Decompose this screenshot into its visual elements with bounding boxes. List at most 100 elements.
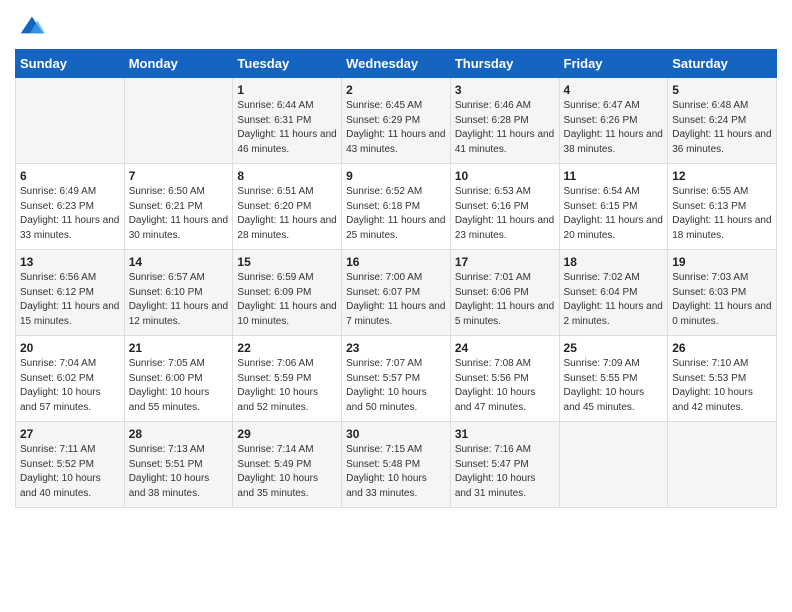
day-number: 13 bbox=[20, 255, 120, 269]
day-cell bbox=[559, 422, 668, 508]
day-cell: 19 Sunrise: 7:03 AMSunset: 6:03 PMDayligh… bbox=[668, 250, 777, 336]
day-info: Sunrise: 7:15 AMSunset: 5:48 PMDaylight:… bbox=[346, 444, 427, 499]
day-cell: 3Sunrise: 6:46 AMSunset: 6:28 PMDaylight… bbox=[450, 78, 559, 164]
day-info: Sunrise: 6:54 AMSunset: 6:15 PMDaylight:… bbox=[564, 186, 663, 241]
day-number: 2 bbox=[346, 83, 446, 97]
day-info: Sunrise: 6:50 AMSunset: 6:21 PMDaylight:… bbox=[129, 186, 228, 241]
week-row-5: 27 Sunrise: 7:11 AMSunset: 5:52 PMDayligh… bbox=[16, 422, 777, 508]
col-header-sunday: Sunday bbox=[16, 50, 125, 78]
day-cell: 16 Sunrise: 7:00 AMSunset: 6:07 PMDayligh… bbox=[342, 250, 451, 336]
day-number: 28 bbox=[129, 427, 229, 441]
day-info: Sunrise: 7:00 AMSunset: 6:07 PMDaylight:… bbox=[346, 272, 445, 327]
day-cell: 27 Sunrise: 7:11 AMSunset: 5:52 PMDayligh… bbox=[16, 422, 125, 508]
day-number: 14 bbox=[129, 255, 229, 269]
header bbox=[15, 10, 777, 39]
day-info: Sunrise: 6:46 AMSunset: 6:28 PMDaylight:… bbox=[455, 100, 554, 155]
day-cell: 12 Sunrise: 6:55 AMSunset: 6:13 PMDayligh… bbox=[668, 164, 777, 250]
day-info: Sunrise: 7:04 AMSunset: 6:02 PMDaylight:… bbox=[20, 358, 101, 413]
day-number: 20 bbox=[20, 341, 120, 355]
day-number: 12 bbox=[672, 169, 772, 183]
day-info: Sunrise: 7:02 AMSunset: 6:04 PMDaylight:… bbox=[564, 272, 663, 327]
day-info: Sunrise: 6:49 AMSunset: 6:23 PMDaylight:… bbox=[20, 186, 119, 241]
day-cell: 26Sunrise: 7:10 AMSunset: 5:53 PMDayligh… bbox=[668, 336, 777, 422]
day-info: Sunrise: 7:14 AMSunset: 5:49 PMDaylight:… bbox=[237, 444, 318, 499]
day-number: 22 bbox=[237, 341, 337, 355]
day-cell: 22 Sunrise: 7:06 AMSunset: 5:59 PMDayligh… bbox=[233, 336, 342, 422]
day-cell bbox=[668, 422, 777, 508]
day-cell: 14 Sunrise: 6:57 AMSunset: 6:10 PMDayligh… bbox=[124, 250, 233, 336]
day-info: Sunrise: 7:01 AMSunset: 6:06 PMDaylight:… bbox=[455, 272, 554, 327]
day-number: 18 bbox=[564, 255, 664, 269]
day-cell: 31 Sunrise: 7:16 AMSunset: 5:47 PMDayligh… bbox=[450, 422, 559, 508]
col-header-tuesday: Tuesday bbox=[233, 50, 342, 78]
day-info: Sunrise: 6:47 AMSunset: 6:26 PMDaylight:… bbox=[564, 100, 663, 155]
day-info: Sunrise: 6:57 AMSunset: 6:10 PMDaylight:… bbox=[129, 272, 228, 327]
day-info: Sunrise: 7:05 AMSunset: 6:00 PMDaylight:… bbox=[129, 358, 210, 413]
day-cell: 10 Sunrise: 6:53 AMSunset: 6:16 PMDayligh… bbox=[450, 164, 559, 250]
day-cell: 17Sunrise: 7:01 AMSunset: 6:06 PMDayligh… bbox=[450, 250, 559, 336]
week-row-4: 20 Sunrise: 7:04 AMSunset: 6:02 PMDayligh… bbox=[16, 336, 777, 422]
day-cell: 7 Sunrise: 6:50 AMSunset: 6:21 PMDaylight… bbox=[124, 164, 233, 250]
day-info: Sunrise: 6:56 AMSunset: 6:12 PMDaylight:… bbox=[20, 272, 119, 327]
day-number: 6 bbox=[20, 169, 120, 183]
day-number: 25 bbox=[564, 341, 664, 355]
day-cell: 4 Sunrise: 6:47 AMSunset: 6:26 PMDaylight… bbox=[559, 78, 668, 164]
week-row-2: 6 Sunrise: 6:49 AMSunset: 6:23 PMDaylight… bbox=[16, 164, 777, 250]
day-cell: 9 Sunrise: 6:52 AMSunset: 6:18 PMDaylight… bbox=[342, 164, 451, 250]
day-number: 27 bbox=[20, 427, 120, 441]
day-cell bbox=[124, 78, 233, 164]
day-info: Sunrise: 6:55 AMSunset: 6:13 PMDaylight:… bbox=[672, 186, 771, 241]
day-info: Sunrise: 6:59 AMSunset: 6:09 PMDaylight:… bbox=[237, 272, 336, 327]
day-number: 5 bbox=[672, 83, 772, 97]
day-number: 8 bbox=[237, 169, 337, 183]
day-cell: 25 Sunrise: 7:09 AMSunset: 5:55 PMDayligh… bbox=[559, 336, 668, 422]
col-header-saturday: Saturday bbox=[668, 50, 777, 78]
day-cell bbox=[16, 78, 125, 164]
day-number: 16 bbox=[346, 255, 446, 269]
day-cell: 28Sunrise: 7:13 AMSunset: 5:51 PMDayligh… bbox=[124, 422, 233, 508]
logo bbox=[15, 15, 45, 39]
day-number: 1 bbox=[237, 83, 337, 97]
day-info: Sunrise: 7:09 AMSunset: 5:55 PMDaylight:… bbox=[564, 358, 645, 413]
day-info: Sunrise: 7:07 AMSunset: 5:57 PMDaylight:… bbox=[346, 358, 427, 413]
day-info: Sunrise: 6:48 AMSunset: 6:24 PMDaylight:… bbox=[672, 100, 771, 155]
col-header-wednesday: Wednesday bbox=[342, 50, 451, 78]
day-info: Sunrise: 7:10 AMSunset: 5:53 PMDaylight:… bbox=[672, 358, 753, 413]
page: SundayMondayTuesdayWednesdayThursdayFrid… bbox=[0, 0, 792, 523]
day-number: 9 bbox=[346, 169, 446, 183]
day-number: 19 bbox=[672, 255, 772, 269]
day-number: 4 bbox=[564, 83, 664, 97]
day-cell: 21Sunrise: 7:05 AMSunset: 6:00 PMDayligh… bbox=[124, 336, 233, 422]
day-info: Sunrise: 6:44 AMSunset: 6:31 PMDaylight:… bbox=[237, 100, 336, 155]
calendar-table: SundayMondayTuesdayWednesdayThursdayFrid… bbox=[15, 49, 777, 508]
day-cell: 18 Sunrise: 7:02 AMSunset: 6:04 PMDayligh… bbox=[559, 250, 668, 336]
day-info: Sunrise: 6:52 AMSunset: 6:18 PMDaylight:… bbox=[346, 186, 445, 241]
day-info: Sunrise: 7:08 AMSunset: 5:56 PMDaylight:… bbox=[455, 358, 536, 413]
day-cell: 20 Sunrise: 7:04 AMSunset: 6:02 PMDayligh… bbox=[16, 336, 125, 422]
day-cell: 6 Sunrise: 6:49 AMSunset: 6:23 PMDaylight… bbox=[16, 164, 125, 250]
col-header-friday: Friday bbox=[559, 50, 668, 78]
day-info: Sunrise: 7:03 AMSunset: 6:03 PMDaylight:… bbox=[672, 272, 771, 327]
day-number: 10 bbox=[455, 169, 555, 183]
week-row-3: 13 Sunrise: 6:56 AMSunset: 6:12 PMDayligh… bbox=[16, 250, 777, 336]
day-number: 7 bbox=[129, 169, 229, 183]
day-info: Sunrise: 6:51 AMSunset: 6:20 PMDaylight:… bbox=[237, 186, 336, 241]
day-number: 29 bbox=[237, 427, 337, 441]
day-number: 30 bbox=[346, 427, 446, 441]
day-cell: 8 Sunrise: 6:51 AMSunset: 6:20 PMDaylight… bbox=[233, 164, 342, 250]
day-cell: 15Sunrise: 6:59 AMSunset: 6:09 PMDayligh… bbox=[233, 250, 342, 336]
day-info: Sunrise: 6:45 AMSunset: 6:29 PMDaylight:… bbox=[346, 100, 445, 155]
day-cell: 24Sunrise: 7:08 AMSunset: 5:56 PMDayligh… bbox=[450, 336, 559, 422]
day-info: Sunrise: 6:53 AMSunset: 6:16 PMDaylight:… bbox=[455, 186, 554, 241]
day-info: Sunrise: 7:16 AMSunset: 5:47 PMDaylight:… bbox=[455, 444, 536, 499]
day-cell: 13 Sunrise: 6:56 AMSunset: 6:12 PMDayligh… bbox=[16, 250, 125, 336]
day-info: Sunrise: 7:11 AMSunset: 5:52 PMDaylight:… bbox=[20, 444, 101, 499]
day-number: 31 bbox=[455, 427, 555, 441]
day-info: Sunrise: 7:06 AMSunset: 5:59 PMDaylight:… bbox=[237, 358, 318, 413]
week-row-1: 1 Sunrise: 6:44 AMSunset: 6:31 PMDaylight… bbox=[16, 78, 777, 164]
day-cell: 1 Sunrise: 6:44 AMSunset: 6:31 PMDaylight… bbox=[233, 78, 342, 164]
day-cell: 30 Sunrise: 7:15 AMSunset: 5:48 PMDayligh… bbox=[342, 422, 451, 508]
day-number: 11 bbox=[564, 169, 664, 183]
day-number: 23 bbox=[346, 341, 446, 355]
col-header-monday: Monday bbox=[124, 50, 233, 78]
